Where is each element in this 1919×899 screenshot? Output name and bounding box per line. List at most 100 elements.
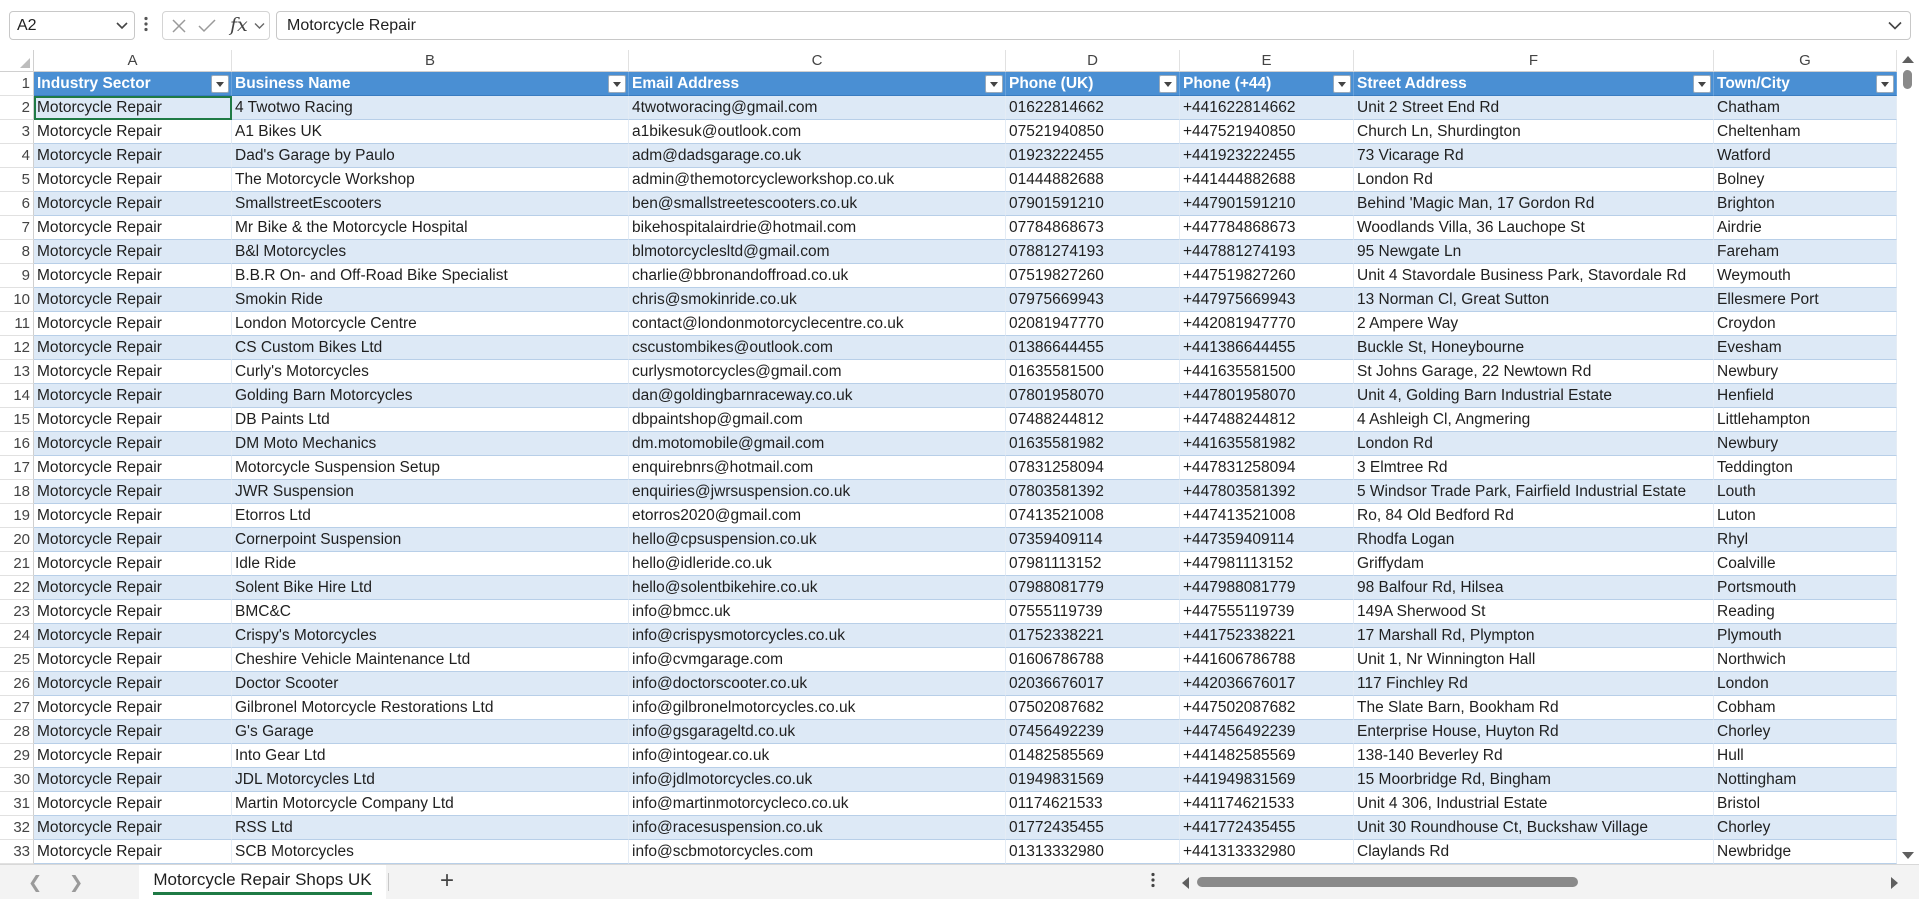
cell-phone-uk[interactable]: 07521940850	[1006, 120, 1180, 144]
cell-street-address[interactable]: 13 Norman Cl, Great Sutton	[1354, 288, 1714, 312]
cell-business-name[interactable]: B.B.R On- and Off-Road Bike Specialist	[232, 264, 629, 288]
cell-town-city[interactable]: Hull	[1714, 744, 1897, 768]
cell-town-city[interactable]: Croydon	[1714, 312, 1897, 336]
cell-street-address[interactable]: Unit 2 Street End Rd	[1354, 96, 1714, 120]
row-number[interactable]: 31	[0, 792, 34, 816]
cell-email-address[interactable]: curlysmotorcycles@gmail.com	[629, 360, 1006, 384]
cell-phone-uk[interactable]: 01635581500	[1006, 360, 1180, 384]
cell-town-city[interactable]: Newbury	[1714, 360, 1897, 384]
cell-phone-intl[interactable]: +447519827260	[1180, 264, 1354, 288]
select-all-corner[interactable]	[0, 50, 34, 72]
cell-street-address[interactable]: Unit 30 Roundhouse Ct, Buckshaw Village	[1354, 816, 1714, 840]
cell-street-address[interactable]: 149A Sherwood St	[1354, 600, 1714, 624]
cell-business-name[interactable]: Etorros Ltd	[232, 504, 629, 528]
cell-phone-intl[interactable]: +441482585569	[1180, 744, 1354, 768]
column-header-e[interactable]: E	[1180, 50, 1354, 72]
cell-town-city[interactable]: Cheltenham	[1714, 120, 1897, 144]
cell-industry-sector[interactable]: Motorcycle Repair	[34, 624, 232, 648]
cell-business-name[interactable]: Doctor Scooter	[232, 672, 629, 696]
header-cell-street-address[interactable]: Street Address	[1354, 72, 1714, 96]
cell-phone-intl[interactable]: +447555119739	[1180, 600, 1354, 624]
cell-phone-intl[interactable]: +447413521008	[1180, 504, 1354, 528]
row-number[interactable]: 5	[0, 168, 34, 192]
cell-town-city[interactable]: Louth	[1714, 480, 1897, 504]
cell-phone-intl[interactable]: +447801958070	[1180, 384, 1354, 408]
cell-business-name[interactable]: SmallstreetEscooters	[232, 192, 629, 216]
cell-phone-intl[interactable]: +447981113152	[1180, 552, 1354, 576]
column-header-f[interactable]: F	[1354, 50, 1714, 72]
cell-street-address[interactable]: Rhodfa Logan	[1354, 528, 1714, 552]
cell-industry-sector[interactable]: Motorcycle Repair	[34, 96, 232, 120]
cell-email-address[interactable]: dm.motomobile@gmail.com	[629, 432, 1006, 456]
cell-street-address[interactable]: Unit 4 306, Industrial Estate	[1354, 792, 1714, 816]
row-number[interactable]: 27	[0, 696, 34, 720]
cell-phone-intl[interactable]: +441752338221	[1180, 624, 1354, 648]
insert-function-icon[interactable]: fx	[230, 14, 248, 36]
cell-street-address[interactable]: 5 Windsor Trade Park, Fairfield Industri…	[1354, 480, 1714, 504]
cell-business-name[interactable]: A1 Bikes UK	[232, 120, 629, 144]
header-cell-phone-intl[interactable]: Phone (+44)	[1180, 72, 1354, 96]
cell-town-city[interactable]: Chatham	[1714, 96, 1897, 120]
cell-industry-sector[interactable]: Motorcycle Repair	[34, 432, 232, 456]
row-number[interactable]: 13	[0, 360, 34, 384]
cell-phone-uk[interactable]: 01752338221	[1006, 624, 1180, 648]
cell-email-address[interactable]: bikehospitalairdrie@hotmail.com	[629, 216, 1006, 240]
row-number[interactable]: 7	[0, 216, 34, 240]
name-box[interactable]: A2	[9, 11, 135, 40]
cell-town-city[interactable]: Weymouth	[1714, 264, 1897, 288]
row-number[interactable]: 30	[0, 768, 34, 792]
cell-business-name[interactable]: Golding Barn Motorcycles	[232, 384, 629, 408]
cell-phone-uk[interactable]: 07784868673	[1006, 216, 1180, 240]
cell-town-city[interactable]: Portsmouth	[1714, 576, 1897, 600]
cell-phone-uk[interactable]: 07901591210	[1006, 192, 1180, 216]
cell-industry-sector[interactable]: Motorcycle Repair	[34, 480, 232, 504]
filter-dropdown-icon[interactable]	[985, 75, 1003, 93]
cell-phone-intl[interactable]: +441386644455	[1180, 336, 1354, 360]
cell-industry-sector[interactable]: Motorcycle Repair	[34, 264, 232, 288]
cell-business-name[interactable]: 4 Twotwo Racing	[232, 96, 629, 120]
cell-phone-uk[interactable]: 07413521008	[1006, 504, 1180, 528]
cell-business-name[interactable]: Crispy's Motorcycles	[232, 624, 629, 648]
row-number[interactable]: 21	[0, 552, 34, 576]
cell-phone-intl[interactable]: +441444882688	[1180, 168, 1354, 192]
cell-town-city[interactable]: Bristol	[1714, 792, 1897, 816]
cell-town-city[interactable]: Nottingham	[1714, 768, 1897, 792]
cell-phone-uk[interactable]: 01482585569	[1006, 744, 1180, 768]
cell-business-name[interactable]: Smokin Ride	[232, 288, 629, 312]
column-header-a[interactable]: A	[34, 50, 232, 72]
cell-town-city[interactable]: Newbridge	[1714, 840, 1897, 864]
cell-email-address[interactable]: info@doctorscooter.co.uk	[629, 672, 1006, 696]
cell-phone-uk[interactable]: 07519827260	[1006, 264, 1180, 288]
column-header-c[interactable]: C	[629, 50, 1006, 72]
cell-phone-uk[interactable]: 01386644455	[1006, 336, 1180, 360]
row-number[interactable]: 26	[0, 672, 34, 696]
row-number[interactable]: 15	[0, 408, 34, 432]
row-number[interactable]: 22	[0, 576, 34, 600]
header-cell-industry-sector[interactable]: Industry Sector	[34, 72, 232, 96]
cell-email-address[interactable]: contact@londonmotorcyclecentre.co.uk	[629, 312, 1006, 336]
cell-town-city[interactable]: Bolney	[1714, 168, 1897, 192]
cell-town-city[interactable]: Fareham	[1714, 240, 1897, 264]
cell-industry-sector[interactable]: Motorcycle Repair	[34, 840, 232, 864]
cell-business-name[interactable]: Cheshire Vehicle Maintenance Ltd	[232, 648, 629, 672]
cell-phone-uk[interactable]: 01606786788	[1006, 648, 1180, 672]
chevron-left-icon[interactable]: ❮	[28, 873, 42, 893]
cell-email-address[interactable]: cscustombikes@outlook.com	[629, 336, 1006, 360]
cell-phone-intl[interactable]: +447784868673	[1180, 216, 1354, 240]
cell-email-address[interactable]: info@crispysmotorcycles.co.uk	[629, 624, 1006, 648]
cell-phone-uk[interactable]: 01622814662	[1006, 96, 1180, 120]
cell-street-address[interactable]: Church Ln, Shurdington	[1354, 120, 1714, 144]
header-cell-town-city[interactable]: Town/City	[1714, 72, 1897, 96]
cell-phone-intl[interactable]: +442081947770	[1180, 312, 1354, 336]
row-number[interactable]: 28	[0, 720, 34, 744]
cell-email-address[interactable]: blmotorcyclesltd@gmail.com	[629, 240, 1006, 264]
cell-email-address[interactable]: info@intogear.co.uk	[629, 744, 1006, 768]
cell-industry-sector[interactable]: Motorcycle Repair	[34, 408, 232, 432]
cell-phone-intl[interactable]: +441174621533	[1180, 792, 1354, 816]
cell-industry-sector[interactable]: Motorcycle Repair	[34, 744, 232, 768]
cancel-icon[interactable]	[172, 19, 186, 33]
cell-business-name[interactable]: Curly's Motorcycles	[232, 360, 629, 384]
cell-email-address[interactable]: admin@themotorcycleworkshop.co.uk	[629, 168, 1006, 192]
cell-street-address[interactable]: 73 Vicarage Rd	[1354, 144, 1714, 168]
cell-street-address[interactable]: 15 Moorbridge Rd, Bingham	[1354, 768, 1714, 792]
